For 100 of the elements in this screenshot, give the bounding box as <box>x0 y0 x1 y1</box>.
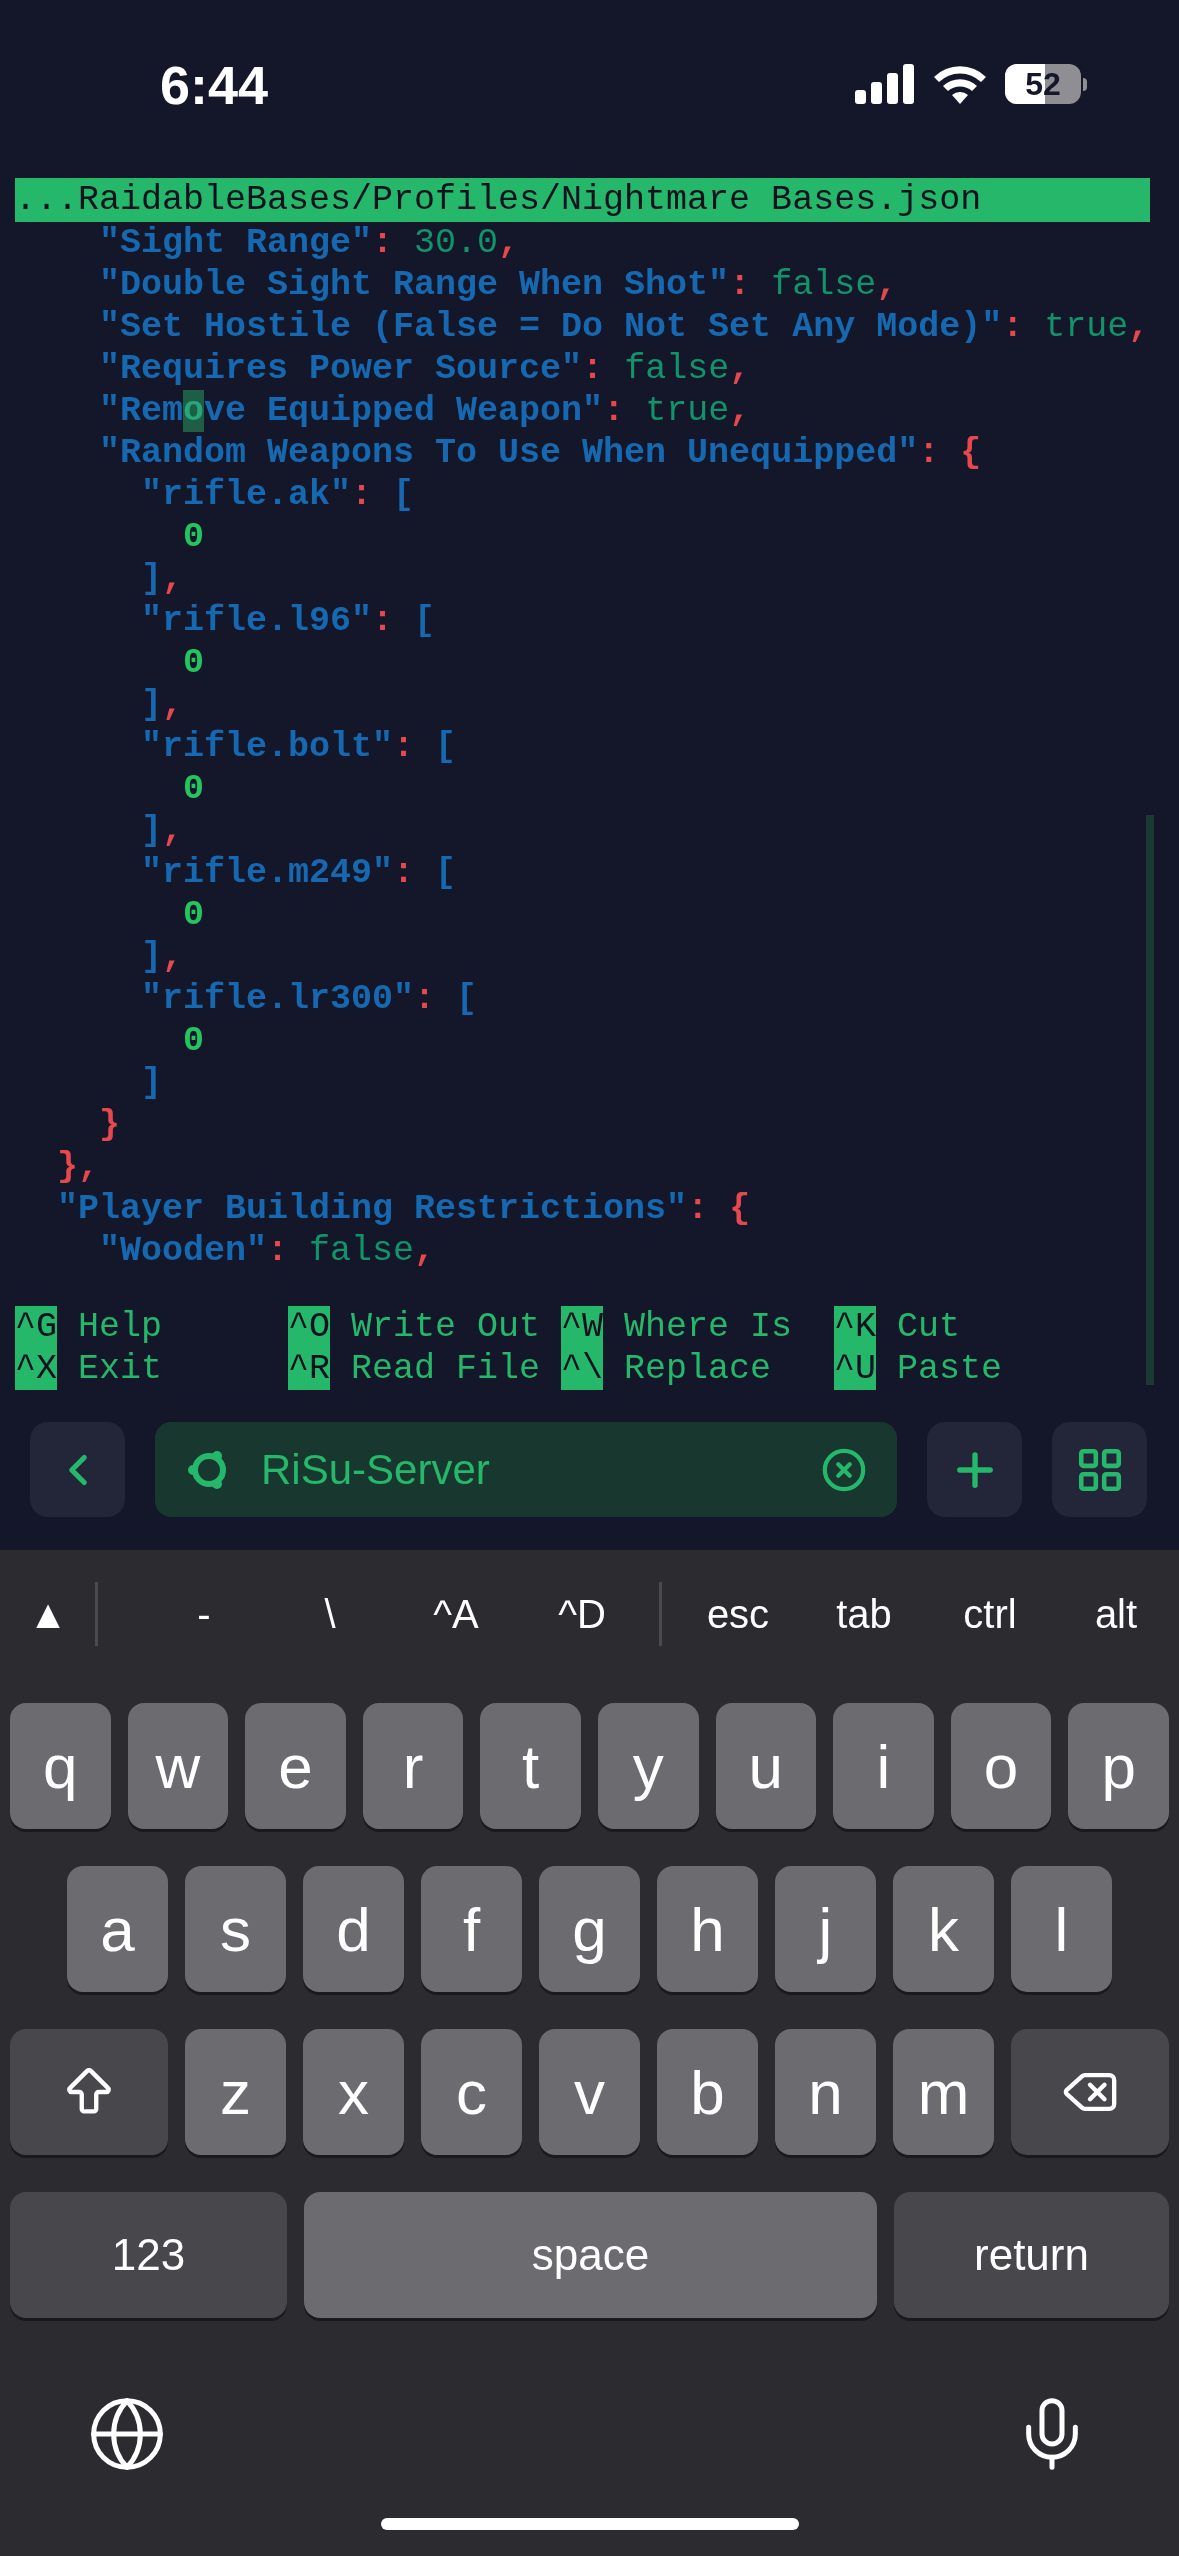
shortcut-label: Where Is <box>624 1306 793 1348</box>
json-number: 0 <box>183 768 205 810</box>
bracket: ] <box>141 1062 163 1104</box>
letter-key[interactable]: f <box>421 1866 522 1992</box>
punctuation: , <box>162 810 184 852</box>
punctuation: , <box>414 1230 436 1272</box>
json-key: "Wooden" <box>99 1230 268 1272</box>
return-key[interactable]: return <box>894 2192 1169 2318</box>
tabs-overview-button[interactable] <box>1052 1422 1147 1517</box>
back-button[interactable] <box>30 1422 125 1517</box>
letter-key[interactable]: d <box>303 1866 404 1992</box>
new-tab-button[interactable] <box>927 1422 1022 1517</box>
bracket: [ <box>456 978 478 1020</box>
wifi-icon <box>933 64 987 104</box>
json-key: "Sight Range" <box>99 222 373 264</box>
extra-key[interactable]: ctrl <box>927 1583 1053 1644</box>
shortcut-label: Exit <box>78 1348 162 1390</box>
json-key: "rifle.l96" <box>141 600 373 642</box>
shortcut-key: ^X <box>15 1348 57 1390</box>
punctuation: : <box>582 348 605 390</box>
shift-key[interactable] <box>10 2029 168 2155</box>
json-key: "Set Hostile (False = Do Not Set Any Mode)" <box>99 306 1003 348</box>
letter-key[interactable]: h <box>657 1866 758 1992</box>
punctuation: : <box>687 1188 710 1230</box>
letter-key[interactable]: x <box>303 2029 404 2155</box>
bracket: [ <box>435 726 457 768</box>
punctuation: , <box>498 222 520 264</box>
letter-key[interactable]: n <box>775 2029 876 2155</box>
extra-key[interactable]: ^A <box>393 1583 519 1644</box>
punctuation: : <box>372 600 395 642</box>
extra-key[interactable]: ▲ <box>0 1583 96 1644</box>
punctuation: { <box>960 432 982 474</box>
shortcut-label: Replace <box>624 1348 772 1390</box>
letter-key[interactable]: c <box>421 2029 522 2155</box>
bracket: [ <box>414 600 436 642</box>
bracket: ] <box>141 810 163 852</box>
letter-key[interactable]: q <box>10 1703 111 1829</box>
close-icon[interactable] <box>821 1446 867 1493</box>
shortcut-label: Cut <box>897 1306 960 1348</box>
letter-key[interactable]: p <box>1068 1703 1169 1829</box>
delete-key[interactable] <box>1011 2029 1169 2155</box>
shortcut-key: ^R <box>288 1348 330 1390</box>
punctuation: : <box>1002 306 1025 348</box>
extra-key[interactable]: - <box>141 1583 267 1644</box>
bracket: ] <box>141 936 163 978</box>
punctuation: : <box>267 1230 290 1272</box>
letter-key[interactable]: i <box>833 1703 934 1829</box>
shortcut-key: ^K <box>834 1306 876 1348</box>
shortcut-key: ^W <box>561 1306 603 1348</box>
json-number: 0 <box>183 642 205 684</box>
punctuation: { <box>729 1188 751 1230</box>
punctuation: , <box>162 684 184 726</box>
space-key[interactable]: space <box>304 2192 877 2318</box>
punctuation: : <box>918 432 941 474</box>
battery-level: 52 <box>1025 68 1061 100</box>
extra-key[interactable]: alt <box>1053 1583 1179 1644</box>
letter-key[interactable]: l <box>1011 1866 1112 1992</box>
json-number: 0 <box>183 894 205 936</box>
letter-key[interactable]: t <box>480 1703 581 1829</box>
extra-key[interactable]: tab <box>801 1583 927 1644</box>
letter-key[interactable]: y <box>597 1703 699 1829</box>
punctuation: : <box>393 852 416 894</box>
letter-key[interactable]: w <box>127 1703 229 1829</box>
letter-key[interactable]: u <box>715 1703 817 1829</box>
letter-key[interactable]: k <box>893 1866 994 1992</box>
letter-key[interactable]: v <box>539 2029 640 2155</box>
punctuation: , <box>162 558 184 600</box>
signal-icon <box>855 64 915 104</box>
json-key: "rifle.m249" <box>141 852 394 894</box>
letter-key[interactable]: m <box>893 2029 994 2155</box>
shortcut-key: ^\ <box>561 1348 603 1390</box>
shortcut-label: Help <box>78 1306 162 1348</box>
letter-key[interactable]: s <box>185 1866 286 1992</box>
extra-key[interactable]: ^D <box>519 1583 645 1644</box>
punctuation: : <box>372 222 395 264</box>
json-key: "Double Sight Range When Shot" <box>99 264 730 306</box>
letter-key[interactable]: g <box>539 1866 640 1992</box>
session-name: RiSu-Server <box>261 1445 490 1495</box>
json-key: "Requires Power Source" <box>99 348 583 390</box>
json-value: false <box>309 1230 415 1272</box>
letter-key[interactable]: b <box>657 2029 758 2155</box>
bracket: [ <box>393 474 415 516</box>
json-value: false <box>771 264 877 306</box>
json-key: "rifle.lr300" <box>141 978 415 1020</box>
letter-key[interactable]: z <box>185 2029 286 2155</box>
session-tab[interactable]: RiSu-Server <box>155 1422 897 1517</box>
letter-key[interactable]: a <box>67 1866 168 1992</box>
punctuation: } <box>99 1104 121 1146</box>
shortcut-key: ^G <box>15 1306 57 1348</box>
json-key: "rifle.ak" <box>141 474 352 516</box>
punctuation: , <box>876 264 898 306</box>
extra-key[interactable]: \ <box>267 1583 393 1644</box>
letter-key[interactable]: o <box>950 1703 1052 1829</box>
letter-key[interactable]: r <box>362 1703 464 1829</box>
json-value: true <box>645 390 730 432</box>
extra-key[interactable]: esc <box>675 1583 801 1644</box>
numbers-key[interactable]: 123 <box>10 2192 287 2318</box>
json-number: 0 <box>183 516 205 558</box>
letter-key[interactable]: e <box>245 1703 346 1829</box>
letter-key[interactable]: j <box>775 1866 876 1992</box>
